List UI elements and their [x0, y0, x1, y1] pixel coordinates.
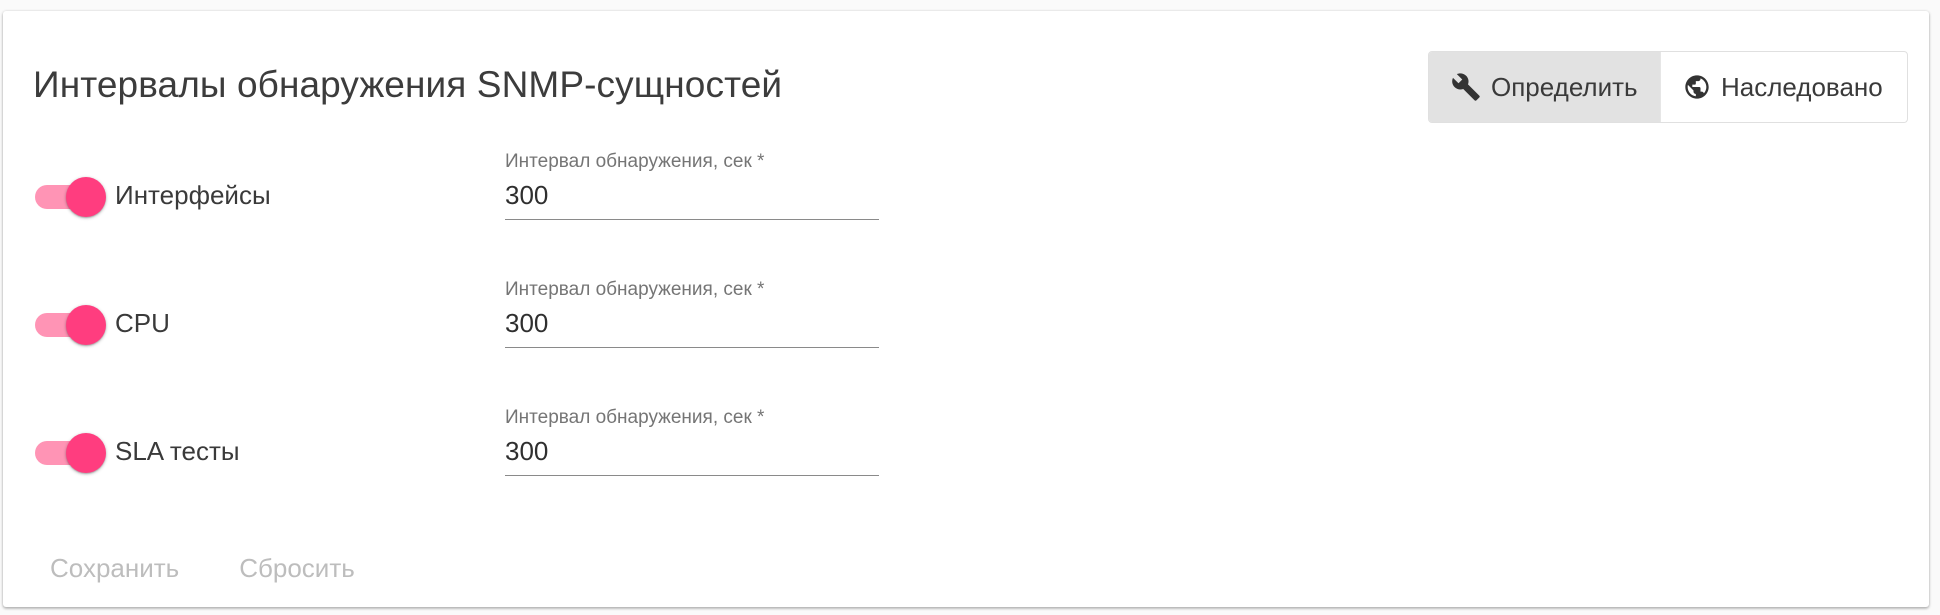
sla-tests-switch[interactable]: [33, 431, 106, 473]
card-title: Интервалы обнаружения SNMP-сущностей: [33, 64, 783, 105]
sla-tests-interval-field: Интервал обнаружения, сек *: [505, 407, 879, 476]
switch-thumb: [66, 433, 106, 473]
sla-tests-label: SLA тесты: [115, 436, 240, 466]
cpu-switch[interactable]: [33, 303, 106, 345]
switch-thumb: [66, 177, 106, 217]
define-label: Определить: [1491, 71, 1638, 102]
cpu-label: CPU: [115, 308, 170, 338]
inherited-label: Наследовано: [1721, 71, 1883, 102]
sla-tests-row: SLA тесты Интервал обнаружения, сек *: [3, 397, 1929, 497]
mode-toggle-group: Определить Наследовано: [1428, 51, 1908, 123]
interfaces-switch[interactable]: [33, 175, 106, 217]
interval-field-label: Интервал обнаружения, сек *: [505, 151, 765, 172]
inherited-button[interactable]: Наследовано: [1660, 52, 1907, 122]
cpu-interval-input[interactable]: [505, 307, 879, 348]
discovery-intervals-card: Интервалы обнаружения SNMP-сущностей Опр…: [3, 11, 1929, 607]
interfaces-interval-field: Интервал обнаружения, сек *: [505, 151, 879, 220]
wrench-icon: [1452, 73, 1480, 101]
interfaces-interval-input[interactable]: [505, 179, 879, 220]
define-button[interactable]: Определить: [1429, 52, 1660, 122]
reset-button[interactable]: Сбросить: [222, 547, 372, 590]
sla-tests-interval-input[interactable]: [505, 435, 879, 476]
interfaces-label: Интерфейсы: [115, 180, 271, 210]
cpu-row: CPU Интервал обнаружения, сек *: [3, 269, 1929, 369]
switch-thumb: [66, 305, 106, 345]
globe-icon: [1685, 75, 1709, 99]
interfaces-row: Интерфейсы Интервал обнаружения, сек *: [3, 141, 1929, 241]
cpu-interval-field: Интервал обнаружения, сек *: [505, 279, 879, 348]
save-button[interactable]: Сохранить: [33, 547, 196, 590]
form-actions: Сохранить Сбросить: [33, 547, 398, 590]
interval-field-label: Интервал обнаружения, сек *: [505, 407, 765, 428]
interval-field-label: Интервал обнаружения, сек *: [505, 279, 765, 300]
